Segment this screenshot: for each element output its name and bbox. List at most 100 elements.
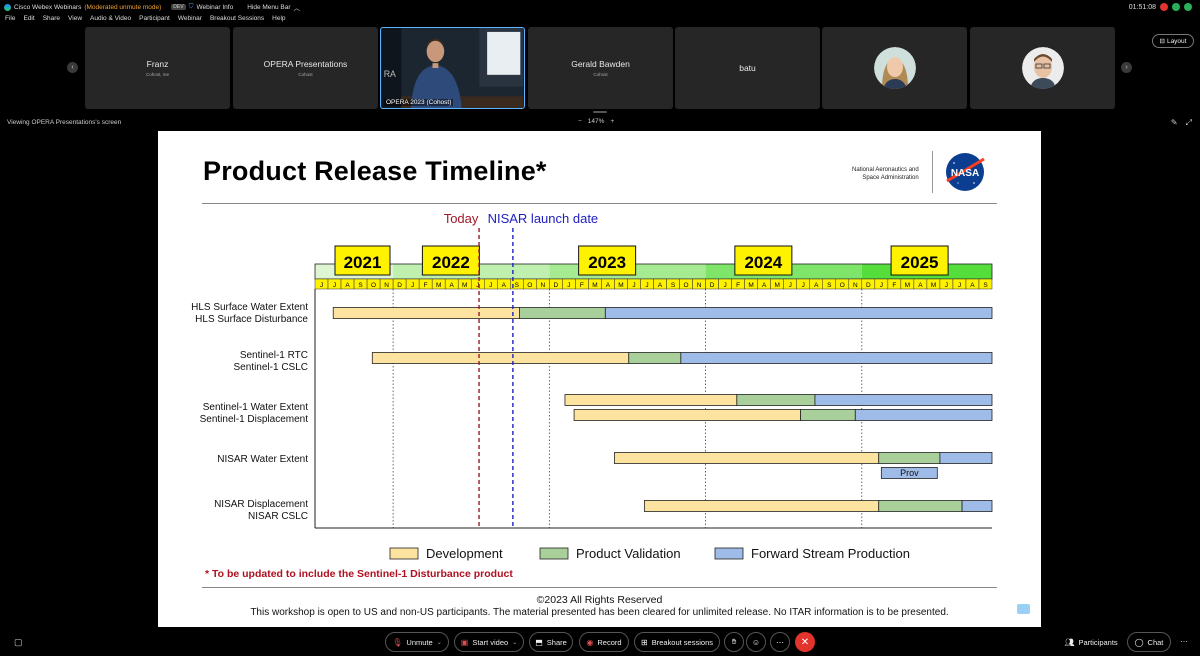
hide-menu-bar-button[interactable]: Hide Menu Bar ︿ bbox=[247, 2, 300, 13]
month-tick-label: N bbox=[697, 282, 702, 289]
month-tick-label: A bbox=[345, 282, 350, 289]
share-button[interactable]: ⬒ Share bbox=[529, 632, 573, 652]
month-tick-label: A bbox=[918, 282, 923, 289]
breakout-label: Breakout sessions bbox=[651, 637, 713, 647]
month-tick-label: S bbox=[671, 282, 676, 289]
participant-tile-avatar-2[interactable] bbox=[970, 27, 1115, 109]
timeline-bar bbox=[736, 394, 816, 406]
security-status-icon[interactable] bbox=[1184, 3, 1192, 11]
fullscreen-icon[interactable]: ⤢ bbox=[1186, 118, 1192, 128]
legend-label: Forward Stream Production bbox=[751, 546, 910, 561]
participant-tile-avatar-1[interactable] bbox=[822, 27, 967, 109]
slide-footnote: * To be updated to include the Sentinel-… bbox=[205, 568, 513, 580]
legend-swatch bbox=[539, 547, 569, 560]
more-panels-icon[interactable]: ⋯ bbox=[1180, 637, 1188, 646]
month-tick-label: N bbox=[540, 282, 545, 289]
month-tick-label: F bbox=[424, 282, 428, 289]
month-tick-label: N bbox=[853, 282, 858, 289]
row-label: NISAR Displacement bbox=[214, 499, 308, 510]
dev-badge: DEV bbox=[171, 4, 186, 10]
month-tick-label: J bbox=[880, 282, 883, 289]
zoom-out-button[interactable]: − bbox=[578, 118, 582, 125]
participants-button[interactable]: 👥︎ Participants bbox=[1060, 632, 1122, 652]
webinar-info-button[interactable]: Webinar Info bbox=[196, 4, 233, 11]
menu-view[interactable]: View bbox=[68, 15, 82, 26]
connection-status-icon[interactable] bbox=[1172, 3, 1180, 11]
menu-participant[interactable]: Participant bbox=[139, 15, 170, 26]
row-label: Sentinel-1 Water Extent bbox=[203, 402, 308, 413]
record-button[interactable]: ◉ Record bbox=[579, 632, 629, 652]
legend-label: Product Validation bbox=[576, 546, 681, 561]
month-tick-label: A bbox=[502, 282, 507, 289]
chat-icon: ◯ bbox=[1134, 637, 1144, 647]
participants-icon: 👥︎ bbox=[1064, 637, 1075, 647]
year-label: 2021 bbox=[344, 253, 382, 272]
year-label: 2024 bbox=[744, 253, 782, 272]
row-label: HLS Surface Disturbance bbox=[195, 314, 308, 325]
menu-share[interactable]: Share bbox=[43, 15, 60, 26]
app-name: Cisco Webex Webinars bbox=[14, 3, 82, 11]
month-tick-label: J bbox=[789, 282, 792, 289]
scroll-left-icon[interactable]: ‹ bbox=[67, 62, 78, 73]
more-options-button[interactable]: ⋯ bbox=[770, 632, 790, 652]
unmute-button[interactable]: 🎙︎ Unmute ⌄ bbox=[385, 632, 449, 652]
menu-file[interactable]: File bbox=[5, 15, 15, 26]
month-tick-label: D bbox=[710, 282, 715, 289]
month-tick-label: J bbox=[945, 282, 948, 289]
breakout-icon: ⊞ bbox=[641, 637, 648, 647]
ellipsis-icon: ⋯ bbox=[776, 637, 784, 647]
legend-swatch bbox=[714, 547, 744, 560]
chat-bubble-icon[interactable]: ▢ bbox=[14, 637, 23, 648]
record-icon: ◉ bbox=[586, 637, 594, 647]
participant-tile-gerald-bawden[interactable]: Gerald Bawden Cohost bbox=[528, 27, 673, 109]
chevron-down-icon: ⌄ bbox=[436, 639, 442, 646]
timeline-bar bbox=[800, 409, 856, 421]
participant-name: OPERA Presentations bbox=[263, 59, 348, 69]
timeline-bar bbox=[614, 452, 880, 464]
zoom-in-button[interactable]: + bbox=[610, 118, 614, 125]
month-tick-label: J bbox=[645, 282, 648, 289]
leave-meeting-button[interactable]: ✕ bbox=[795, 632, 815, 652]
row-label: Sentinel-1 RTC bbox=[240, 350, 308, 361]
row-label: Sentinel-1 Displacement bbox=[200, 414, 309, 425]
viewing-label: Viewing OPERA Presentations's screen bbox=[7, 119, 122, 126]
shield-icon[interactable]: ⛉ bbox=[189, 3, 194, 11]
breakout-sessions-button[interactable]: ⊞ Breakout sessions bbox=[634, 632, 720, 652]
month-tick-label: J bbox=[320, 282, 323, 289]
raise-hand-button[interactable]: ✋︎ bbox=[724, 632, 744, 652]
recording-indicator-icon[interactable] bbox=[1160, 3, 1168, 11]
scroll-right-icon[interactable]: › bbox=[1121, 62, 1132, 73]
month-tick-label: J bbox=[723, 282, 726, 289]
participant-tile-franz[interactable]: Franz Cohost, me bbox=[85, 27, 230, 109]
month-tick-label: F bbox=[892, 282, 896, 289]
month-tick-label: M bbox=[618, 282, 623, 289]
participant-tile-opera-2023[interactable]: RA OPERA 2023 (Cohost) bbox=[380, 27, 525, 109]
participant-name: Gerald Bawden bbox=[571, 59, 630, 69]
share-view-tools: ✎ ⤢ bbox=[1171, 118, 1192, 128]
timeline-bar bbox=[573, 409, 802, 421]
annotate-icon[interactable]: ✎ bbox=[1171, 118, 1178, 128]
resize-handle[interactable] bbox=[593, 111, 607, 113]
start-video-button[interactable]: ▣ Start video ⌄ bbox=[454, 632, 524, 652]
menu-webinar[interactable]: Webinar bbox=[178, 15, 202, 26]
chat-button[interactable]: ◯ Chat bbox=[1127, 632, 1171, 652]
menu-help[interactable]: Help bbox=[272, 15, 285, 26]
menu-audio-video[interactable]: Audio & Video bbox=[90, 15, 131, 26]
copyright: ©2023 All Rights Reserved bbox=[536, 594, 663, 606]
month-tick-label: O bbox=[371, 282, 376, 289]
hide-menu-bar-label: Hide Menu Bar bbox=[247, 3, 291, 11]
participant-tile-opera-presentations[interactable]: OPERA Presentations Cohost bbox=[233, 27, 378, 109]
share-label: Share bbox=[546, 637, 567, 647]
month-tick-label: A bbox=[606, 282, 611, 289]
month-tick-label: O bbox=[684, 282, 689, 289]
month-tick-label: A bbox=[658, 282, 663, 289]
svg-text:RA: RA bbox=[384, 69, 396, 79]
row-label: NISAR Water Extent bbox=[217, 454, 308, 465]
menu-edit[interactable]: Edit bbox=[23, 15, 34, 26]
layout-button[interactable]: ⊟ Layout bbox=[1152, 34, 1194, 48]
menu-breakout-sessions[interactable]: Breakout Sessions bbox=[210, 15, 264, 26]
reactions-button[interactable]: ☺ bbox=[746, 632, 766, 652]
video-off-icon: ▣ bbox=[460, 637, 469, 647]
footer-rule bbox=[202, 587, 997, 588]
participant-tile-batu[interactable]: batu bbox=[675, 27, 820, 109]
